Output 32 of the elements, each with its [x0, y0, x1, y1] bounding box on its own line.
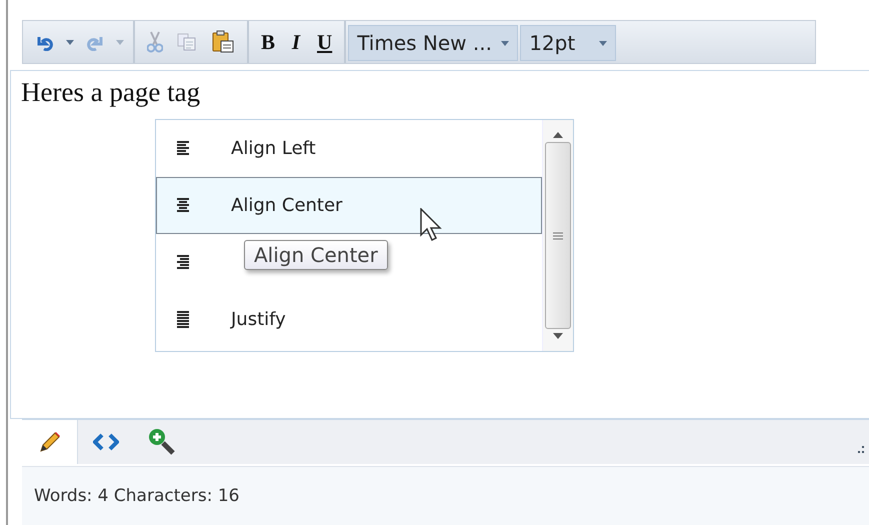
- align-left-icon: [175, 141, 191, 156]
- scroll-up-icon[interactable]: [553, 132, 563, 138]
- menu-item[interactable]: Align Center: [156, 177, 542, 234]
- code-brackets-icon: [93, 433, 119, 451]
- caret-icon: [116, 40, 124, 44]
- scissors-icon: [147, 31, 163, 53]
- grip-icon: [553, 232, 563, 240]
- italic-button[interactable]: I: [283, 25, 310, 59]
- clipboard-icon: [211, 30, 235, 54]
- copy-icon: [177, 33, 197, 51]
- resize-grip-icon[interactable]: [857, 446, 865, 454]
- caret-icon: [501, 40, 510, 46]
- scroll-down-icon[interactable]: [553, 333, 563, 339]
- menu-item[interactable]: Align Left: [156, 120, 542, 177]
- mouse-cursor-icon: [420, 208, 444, 242]
- scrollbar[interactable]: [542, 120, 573, 351]
- zoom-in-icon: [148, 428, 176, 456]
- align-center-icon: [175, 198, 191, 213]
- word-count-text: Words: 4 Characters: 16: [34, 486, 240, 506]
- editor-text: Heres a page tag: [21, 77, 200, 108]
- font-size-dropdown[interactable]: 12pt: [520, 25, 616, 61]
- design-tab[interactable]: [22, 420, 78, 464]
- editor-area[interactable]: Heres a page tag Align Left Align Center Align Center Justify: [10, 70, 869, 419]
- underline-button[interactable]: U: [311, 25, 338, 59]
- tooltip: Align Center: [244, 240, 388, 270]
- menu-item[interactable]: Justify: [156, 291, 542, 348]
- pencil-icon: [38, 430, 62, 454]
- caret-icon: [66, 40, 74, 44]
- align-justify-icon: [175, 310, 191, 328]
- caret-icon: [599, 40, 608, 46]
- bold-button[interactable]: B: [255, 25, 282, 59]
- font-dropdown[interactable]: Times New ...: [348, 25, 518, 61]
